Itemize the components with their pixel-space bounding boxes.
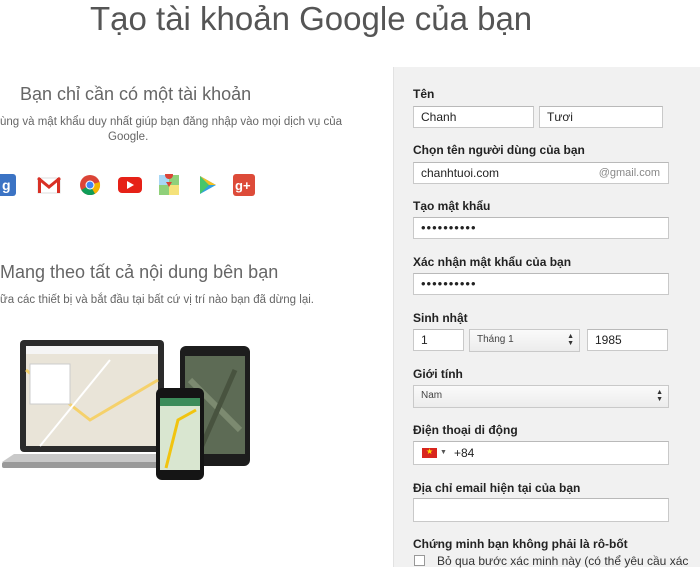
last-name-input[interactable]: Tươi — [539, 106, 663, 128]
birthday-label: Sinh nhật — [413, 311, 468, 325]
first-name-input[interactable]: Chanh — [413, 106, 534, 128]
play-icon — [196, 174, 218, 196]
current-email-label: Địa chỉ email hiện tại của bạn — [413, 481, 581, 495]
birth-month-value: Tháng 1 — [477, 334, 514, 345]
section-heading-one-account: Bạn chỉ cần có một tài khoản — [20, 84, 252, 104]
confirm-password-label: Xác nhận mật khẩu của bạn — [413, 255, 572, 269]
phone-prefix: +84 — [454, 446, 475, 460]
youtube-icon — [118, 174, 142, 196]
name-label: Tên — [413, 87, 435, 101]
birth-year-input[interactable]: 1985 — [587, 329, 668, 351]
updown-arrows-icon: ▲ ▼ — [656, 389, 663, 403]
section-text-one-account-line2: Google. — [108, 131, 149, 143]
current-email-input[interactable] — [413, 498, 669, 522]
phone-label: Điện thoại di động — [413, 423, 518, 437]
chrome-icon — [79, 174, 101, 196]
password-label: Tạo mật khẩu — [413, 199, 491, 213]
devices-illustration — [0, 340, 260, 480]
phone-input[interactable]: ★ ▼ +84 — [413, 441, 669, 465]
birth-month-select[interactable]: Tháng 1 ▲ ▼ — [469, 329, 580, 352]
google-plus-red-icon: g+ — [233, 174, 255, 196]
vietnam-flag-icon[interactable]: ★ — [422, 447, 437, 458]
page-title: Tạo tài khoản Google của bạn — [90, 0, 533, 37]
devices-image — [2, 340, 250, 480]
gmail-suffix: @gmail.com — [598, 167, 660, 179]
svg-text:g+: g+ — [235, 178, 251, 193]
robot-label: Chứng minh bạn không phải là rô-bốt — [413, 537, 628, 551]
google-plus-icon: g — [0, 174, 16, 196]
svg-text:g: g — [2, 177, 11, 193]
section-text-take-everything: ữa các thiết bị và bắt đầu tại bất cứ vị… — [0, 294, 314, 306]
username-input[interactable]: chanhtuoi.com @gmail.com — [413, 162, 669, 184]
username-label: Chọn tên người dùng của bạn — [413, 143, 585, 157]
product-icons: g g+ — [0, 171, 270, 198]
password-input[interactable]: •••••••••• — [413, 217, 669, 239]
username-value: chanhtuoi.com — [421, 166, 500, 180]
gender-label: Giới tính — [413, 367, 463, 381]
maps-icon — [158, 171, 180, 196]
signup-form: Tên Chanh Tươi Chọn tên người dùng của b… — [393, 67, 700, 568]
skip-verification-checkbox[interactable] — [414, 555, 425, 566]
country-dropdown-icon[interactable]: ▼ — [440, 442, 447, 464]
updown-arrows-icon: ▲ ▼ — [567, 333, 574, 347]
section-text-one-account: ùng và mật khẩu duy nhất giúp bạn đăng n… — [0, 116, 343, 128]
section-heading-take-everything: Mang theo tất cả nội dung bên bạn — [0, 262, 279, 282]
skip-verification-label: Bỏ qua bước xác minh này (có thể yêu cầu… — [437, 554, 689, 568]
gender-value: Nam — [421, 390, 443, 401]
gender-select[interactable]: Nam ▲ ▼ — [413, 385, 669, 408]
birth-day-input[interactable]: 1 — [413, 329, 464, 351]
confirm-password-input[interactable]: •••••••••• — [413, 273, 669, 295]
gmail-icon — [37, 174, 61, 196]
